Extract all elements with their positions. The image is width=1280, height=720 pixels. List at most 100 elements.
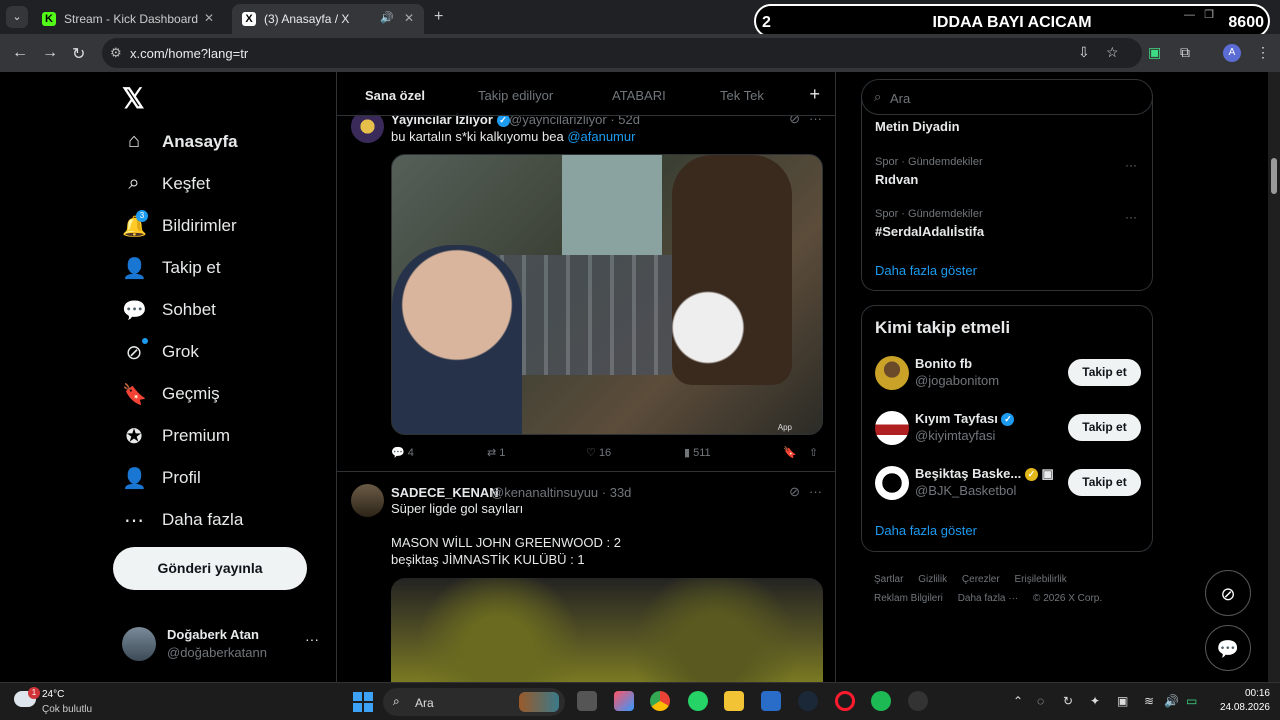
url-text[interactable]: x.com/home?lang=tr xyxy=(130,46,248,61)
window-controls-icon[interactable]: — ❐ xyxy=(1184,8,1214,21)
footer-link[interactable]: Şartlar xyxy=(874,574,903,585)
close-tab-icon[interactable]: ✕ xyxy=(204,11,214,25)
nav-follow[interactable]: 👤 Takip et xyxy=(122,250,322,286)
grok-icon[interactable]: ⊘ xyxy=(789,484,800,500)
steam-icon[interactable] xyxy=(798,691,818,711)
tweet-author-name[interactable]: SADECE_KENAN xyxy=(391,485,499,500)
more-icon[interactable]: ··· xyxy=(1125,158,1137,172)
obs-icon[interactable] xyxy=(908,691,928,711)
follow-button[interactable]: Takip et xyxy=(1068,469,1141,496)
reload-icon[interactable]: ↻ xyxy=(72,44,85,64)
wifi-icon[interactable]: ≋ xyxy=(1144,694,1154,708)
tab-atabari[interactable]: ATABARI xyxy=(612,88,666,103)
footer-link[interactable]: Reklam Bilgileri xyxy=(874,593,943,604)
tweet[interactable]: Yayıncılar İzliyor ✓ @yayncilarizliyor ·… xyxy=(337,108,835,472)
views-button[interactable]: ▮ 511 xyxy=(684,446,711,459)
nav-chat[interactable]: 💬 Sohbet xyxy=(122,292,322,328)
more-icon[interactable]: ··· xyxy=(1125,210,1137,224)
nav-notifications[interactable]: 🔔 3 Bildirimler xyxy=(122,208,322,244)
add-tab-icon[interactable]: + xyxy=(809,84,820,105)
site-info-icon[interactable]: ⚙ xyxy=(110,45,122,61)
tweet-video[interactable] xyxy=(391,578,823,682)
tray-sync-icon[interactable]: ↻ xyxy=(1063,694,1073,708)
nav-more[interactable]: ⋯ Daha fazla xyxy=(122,502,322,538)
trend-item[interactable]: Spor · Gündemdekiler Rıdvan ··· xyxy=(875,156,1145,192)
back-arrow-icon[interactable]: ← xyxy=(12,44,28,62)
follow-button[interactable]: Takip et xyxy=(1068,359,1141,386)
forward-arrow-icon[interactable]: → xyxy=(42,44,58,62)
whatsapp-icon[interactable] xyxy=(688,691,708,711)
weather-widget[interactable]: 1 24°C Çok bulutlu xyxy=(14,687,134,717)
speaker-icon[interactable]: 🔊 xyxy=(380,11,394,24)
task-view-icon[interactable] xyxy=(577,691,597,711)
browser-menu-icon[interactable]: ⋮ xyxy=(1256,44,1270,61)
suggestion-name[interactable]: Beşiktaş Baske... ✓ ▣ xyxy=(915,466,1054,482)
trend-item[interactable]: Spor · Gündemdekiler #SerdalAdalıİstifa … xyxy=(875,208,1145,244)
install-app-icon[interactable]: ⇩ xyxy=(1078,44,1090,61)
start-button[interactable] xyxy=(353,692,373,712)
taskbar-clock[interactable]: 00:16 24.08.2026 xyxy=(1214,687,1270,715)
tweet-video[interactable]: App xyxy=(391,154,823,435)
file-explorer-icon[interactable] xyxy=(724,691,744,711)
footer-link[interactable]: Daha fazla ··· xyxy=(958,593,1019,604)
tray-app-icon[interactable]: ▣ xyxy=(1117,694,1128,708)
store-icon[interactable] xyxy=(761,691,781,711)
avatar[interactable] xyxy=(351,484,384,517)
grok-fab-button[interactable]: ⊘ xyxy=(1205,570,1251,616)
nav-explore[interactable]: ⌕ Keşfet xyxy=(122,166,322,202)
follow-button[interactable]: Takip et xyxy=(1068,414,1141,441)
address-bar[interactable]: ⚙ x.com/home?lang=tr ⇩ ☆ xyxy=(102,38,1142,68)
copilot-icon[interactable] xyxy=(614,691,634,711)
avatar[interactable] xyxy=(875,356,909,390)
bookmark-star-icon[interactable]: ☆ xyxy=(1106,44,1119,61)
suggestion-name[interactable]: Kıyım Tayfası ✓ xyxy=(915,411,1015,427)
follow-suggestion[interactable]: Kıyım Tayfası ✓ @kiyimtayfasi Takip et xyxy=(875,411,1141,451)
nav-home[interactable]: ⌂ Anasayfa xyxy=(122,124,322,160)
show-hidden-icons-icon[interactable]: ⌃ xyxy=(1013,694,1023,708)
tab-search-dropdown[interactable]: ⌄ xyxy=(6,6,28,28)
tweet-author-handle[interactable]: @kenanaltinsuyuu · 33d xyxy=(491,485,631,500)
browser-profile-avatar[interactable]: A xyxy=(1223,44,1241,62)
tab-kick-dashboard[interactable]: K Stream - Kick Dashboard ✕ xyxy=(32,4,224,34)
account-switcher[interactable]: Doğaberk Atan @doğaberkatann ··· xyxy=(122,625,322,665)
bookmark-button[interactable]: 🔖 xyxy=(783,446,797,459)
follow-suggestion[interactable]: Beşiktaş Baske... ✓ ▣ @BJK_Basketbol Tak… xyxy=(875,466,1141,506)
nav-premium[interactable]: ✪ Premium xyxy=(122,418,322,454)
reply-button[interactable]: 💬 4 xyxy=(391,446,414,459)
chrome-icon[interactable] xyxy=(650,691,670,711)
tab-for-you[interactable]: Sana özel xyxy=(365,88,425,103)
tab-following[interactable]: Takip ediliyor xyxy=(478,88,553,103)
avatar[interactable] xyxy=(875,411,909,445)
scrollbar-thumb[interactable] xyxy=(1271,158,1277,194)
close-tab-icon[interactable]: ✕ xyxy=(404,11,414,25)
extensions-puzzle-icon[interactable]: ⧉ xyxy=(1180,44,1190,61)
volume-icon[interactable]: 🔊 xyxy=(1164,694,1179,708)
tweet[interactable]: SADECE_KENAN @kenanaltinsuyuu · 33d ⊘ ··… xyxy=(337,472,835,682)
spotify-icon[interactable] xyxy=(871,691,891,711)
like-button[interactable]: ♡ 16 xyxy=(586,446,611,459)
page-scrollbar[interactable] xyxy=(1268,72,1280,682)
tray-language-icon[interactable]: ✦ xyxy=(1090,694,1100,708)
battery-icon[interactable]: ▭ xyxy=(1186,694,1197,708)
tab-tek-tek[interactable]: Tek Tek xyxy=(720,88,764,103)
mention-link[interactable]: @afanumur xyxy=(567,129,635,144)
tab-x-home[interactable]: X (3) Anasayfa / X 🔊 ✕ xyxy=(232,4,424,34)
tray-app-icon[interactable]: ◌ xyxy=(1037,694,1044,708)
footer-link[interactable]: Gizlilik xyxy=(918,574,947,585)
show-more-link[interactable]: Daha fazla göster xyxy=(875,523,977,538)
taskbar-search[interactable]: ⌕ Ara xyxy=(383,688,565,716)
extension-icon[interactable]: ▣ xyxy=(1148,44,1161,61)
messages-fab-button[interactable]: 💬 xyxy=(1205,625,1251,671)
opera-icon[interactable] xyxy=(835,691,855,711)
x-logo-icon[interactable]: 𝕏 xyxy=(122,82,145,115)
new-tab-button[interactable]: + xyxy=(434,8,443,26)
nav-bookmarks[interactable]: 🔖 Geçmiş xyxy=(122,376,322,412)
show-more-link[interactable]: Daha fazla göster xyxy=(875,263,977,278)
trend-title[interactable]: Metin Diyadin xyxy=(875,119,960,134)
avatar[interactable] xyxy=(875,466,909,500)
nav-profile[interactable]: 👤 Profil xyxy=(122,460,322,496)
footer-link[interactable]: Erişilebilirlik xyxy=(1014,574,1066,585)
share-icon[interactable]: ⇧ xyxy=(809,446,818,459)
retweet-button[interactable]: ⇄ 1 xyxy=(487,446,505,459)
more-icon[interactable]: ··· xyxy=(809,484,822,499)
